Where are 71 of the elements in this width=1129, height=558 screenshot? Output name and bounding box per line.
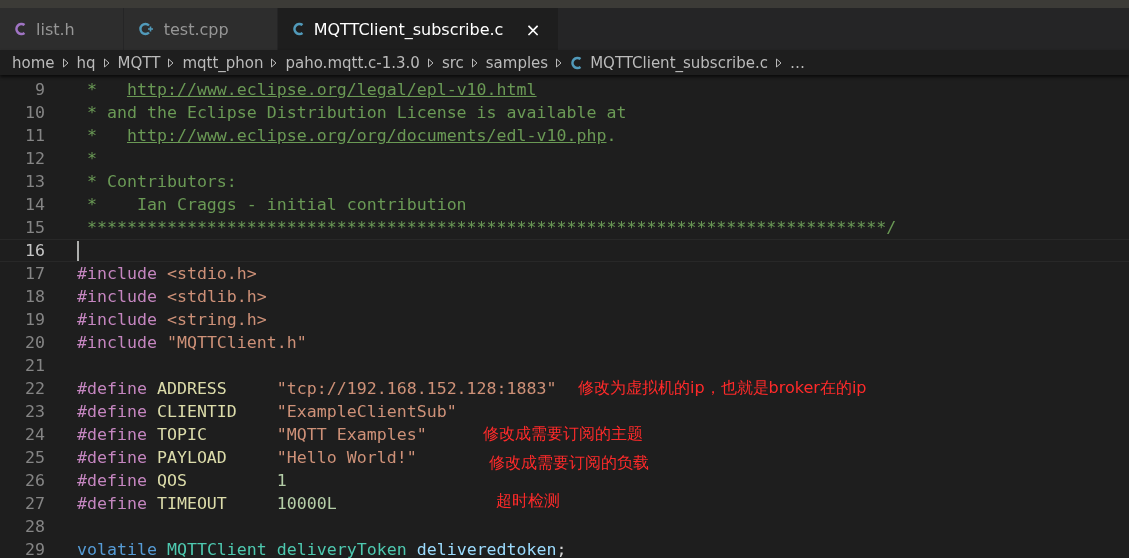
code-line: #define PAYLOAD "Hello World!" bbox=[77, 448, 417, 467]
editor-tab[interactable]: test.cpp bbox=[123, 8, 278, 50]
code-line: * bbox=[86, 149, 97, 168]
c-file-icon bbox=[570, 54, 583, 71]
line-number: 29 bbox=[24, 540, 45, 558]
line-number: 20 bbox=[24, 333, 45, 352]
line-number: 19 bbox=[24, 310, 45, 329]
line-number: 24 bbox=[24, 425, 45, 444]
line-number: 15 bbox=[24, 218, 45, 237]
line-number: 9 bbox=[34, 80, 45, 99]
code-line: #define TOPIC "MQTT Examples" bbox=[77, 425, 427, 444]
editor-tab[interactable]: list.h bbox=[0, 8, 124, 50]
chevron-icon bbox=[62, 57, 69, 68]
line-number: 14 bbox=[24, 195, 45, 214]
breadcrumb-item[interactable]: paho.mqtt.c-1.3.0 bbox=[285, 53, 420, 72]
code-line: #define ADDRESS "tcp://192.168.152.128:1883" bbox=[77, 379, 557, 398]
breadcrumb-item[interactable]: MQTT bbox=[117, 53, 161, 72]
cpp-file-icon bbox=[137, 21, 154, 37]
chevron-icon bbox=[556, 57, 563, 68]
line-number: 27 bbox=[24, 494, 45, 513]
code-line: #include <stdlib.h> bbox=[77, 287, 267, 306]
line-number: 28 bbox=[24, 517, 45, 536]
annotation-note: 修改成需要订阅的主题 bbox=[483, 424, 643, 445]
breadcrumb-item[interactable]: home bbox=[12, 53, 55, 72]
line-number: 22 bbox=[24, 379, 45, 398]
annotation-note: 修改成需要订阅的负载 bbox=[489, 453, 649, 474]
line-number: 17 bbox=[24, 264, 45, 283]
code-line: ********************************************************************************/ bbox=[86, 218, 897, 237]
chevron-icon bbox=[271, 57, 278, 68]
chevron-icon bbox=[776, 57, 783, 68]
code-line: #include "MQTTClient.h" bbox=[77, 333, 307, 352]
tab-label: list.h bbox=[36, 19, 75, 39]
c-file-icon bbox=[291, 21, 304, 37]
breadcrumb-more[interactable]: … bbox=[790, 53, 806, 72]
code-line: * http://www.eclipse.org/legal/epl-v10.html bbox=[86, 80, 537, 99]
line-number: 11 bbox=[24, 126, 45, 145]
line-number: 26 bbox=[24, 471, 45, 490]
code-line: #include <stdio.h> bbox=[77, 264, 257, 283]
code-line: #define TIMEOUT 10000L bbox=[77, 494, 337, 513]
line-number: 23 bbox=[24, 402, 45, 421]
code-line: * Ian Craggs - initial contribution bbox=[86, 195, 467, 214]
code-line: #define QOS 1 bbox=[77, 471, 287, 490]
tab-label: MQTTClient_subscribe.c bbox=[313, 19, 504, 39]
chevron-icon bbox=[427, 57, 434, 68]
editor-tab[interactable]: MQTTClient_subscribe.c × bbox=[277, 8, 560, 50]
close-icon[interactable]: × bbox=[525, 18, 541, 40]
line-number: 25 bbox=[24, 448, 45, 467]
chevron-icon bbox=[103, 57, 110, 68]
code-line: * http://www.eclipse.org/org/documents/edl-v10.php. bbox=[86, 126, 617, 145]
chevron-icon bbox=[471, 57, 478, 68]
text-cursor bbox=[77, 240, 79, 261]
line-number: 13 bbox=[24, 172, 45, 191]
breadcrumb-item[interactable]: samples bbox=[485, 53, 549, 72]
code-line: #define CLIENTID "ExampleClientSub" bbox=[77, 402, 457, 421]
code-line: * Contributors: bbox=[86, 172, 237, 191]
breadcrumb-item[interactable]: MQTTClient_subscribe.c bbox=[590, 53, 769, 72]
line-number: 21 bbox=[24, 356, 45, 375]
annotation-note: 修改为虚拟机的ip，也就是broker在的ip bbox=[578, 378, 867, 399]
line-number: 10 bbox=[24, 103, 45, 122]
line-number: 16 bbox=[24, 241, 45, 260]
breadcrumb-item[interactable]: mqtt_phon bbox=[182, 53, 264, 72]
code-line: * and the Eclipse Distribution License is available at bbox=[86, 103, 627, 122]
tab-label: test.cpp bbox=[163, 19, 229, 39]
line-number: 18 bbox=[24, 287, 45, 306]
chevron-icon bbox=[168, 57, 175, 68]
breadcrumb-item[interactable]: src bbox=[441, 53, 464, 72]
c-file-icon bbox=[14, 21, 26, 37]
breadcrumb-item[interactable]: hq bbox=[76, 53, 96, 72]
line-number: 12 bbox=[24, 149, 45, 168]
code-line: #include <string.h> bbox=[77, 310, 267, 329]
annotation-note: 超时检测 bbox=[496, 491, 560, 512]
